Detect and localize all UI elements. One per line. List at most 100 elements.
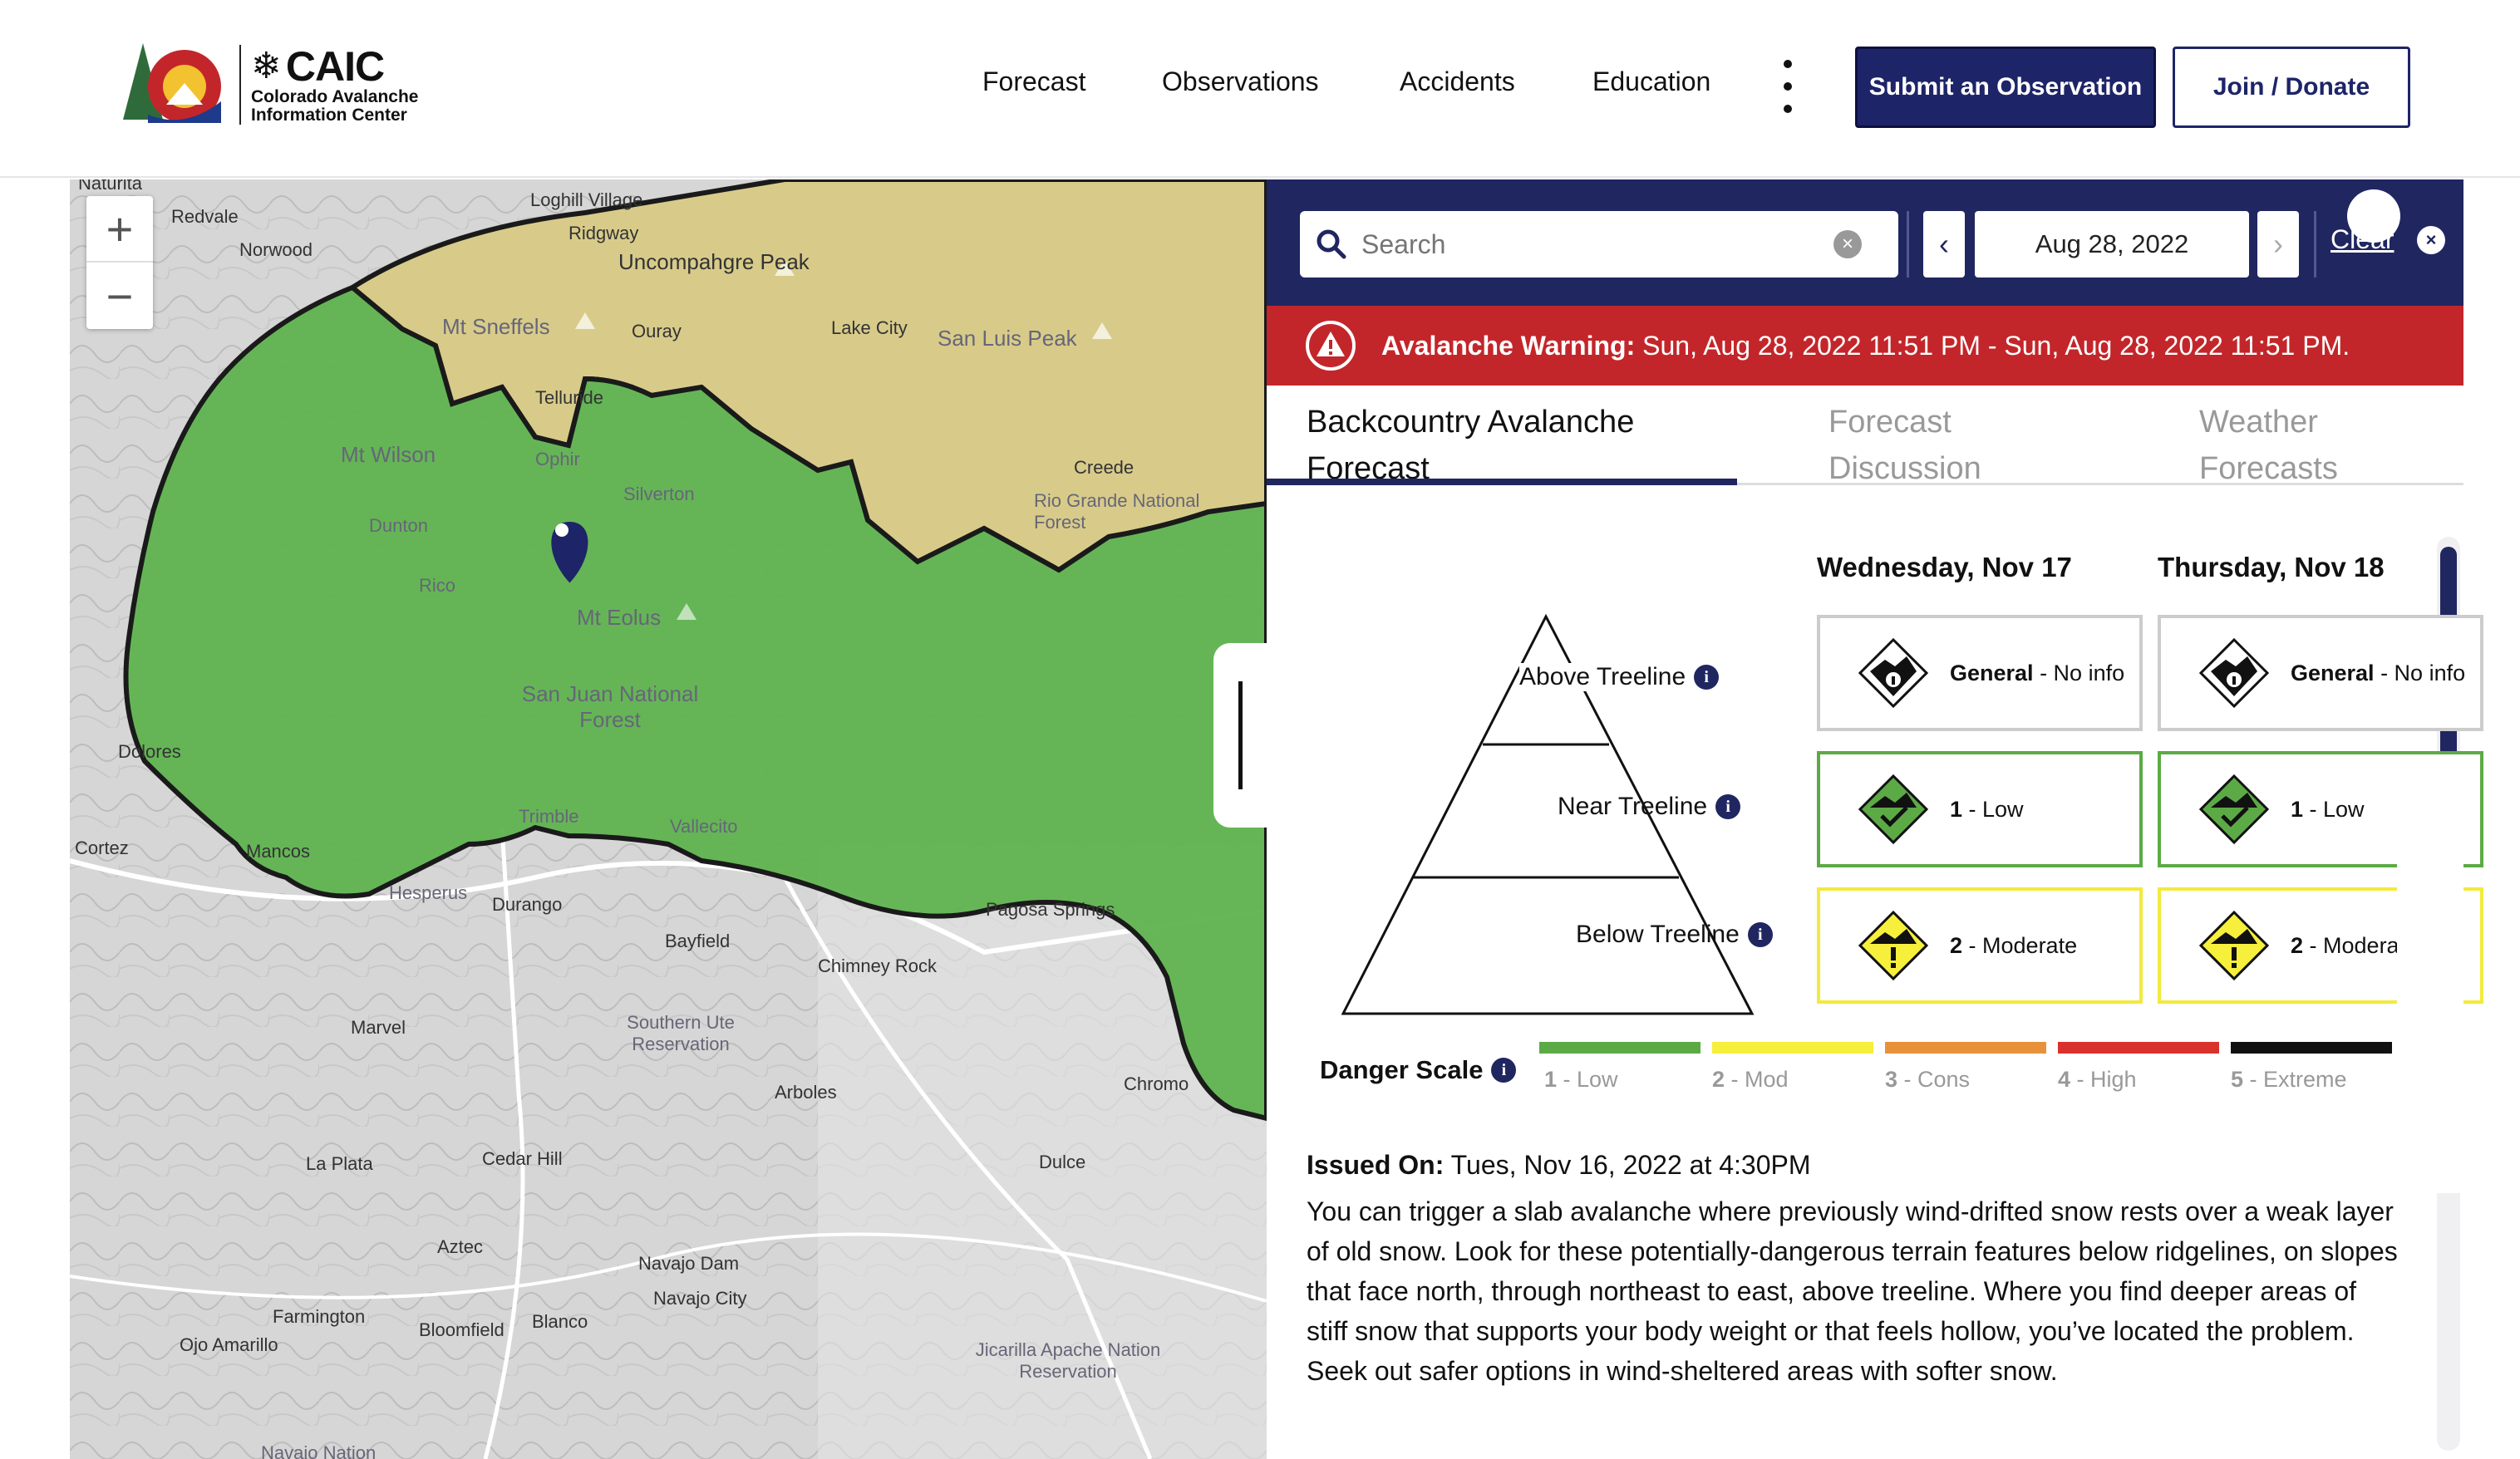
map-label: Redvale — [171, 206, 239, 227]
info-icon[interactable]: i — [1747, 922, 1773, 947]
avalanche-warning-banner: Avalanche Warning: Sun, Aug 28, 2022 11:… — [1267, 306, 2463, 386]
rating-desc: - Low — [2303, 796, 2365, 822]
warning-icon — [1306, 321, 1356, 371]
map-label: Southern Ute Reservation — [627, 1012, 735, 1054]
scale-name: - Extreme — [2243, 1067, 2347, 1092]
map-label: Bloomfield — [419, 1319, 504, 1340]
tab-weather-forecasts[interactable]: Weather Forecasts — [2199, 399, 2338, 492]
more-menu-icon[interactable] — [1784, 60, 1794, 115]
rating-level: 1 — [1950, 796, 1963, 822]
nav-accidents[interactable]: Accidents — [1400, 66, 1515, 97]
map-label: Loghill Village — [530, 189, 643, 210]
map-label: Cedar Hill — [482, 1148, 563, 1169]
danger-scale-label: Danger Scale i — [1320, 1055, 1517, 1085]
info-icon[interactable]: i — [1694, 665, 1720, 690]
tab-label: Forecasts — [2199, 451, 2338, 486]
danger-scale-low: 1 - Low — [1544, 1067, 1618, 1093]
divider — [1907, 211, 1909, 278]
map-label: Mancos — [246, 841, 311, 862]
previous-date-button[interactable]: ‹ — [1923, 211, 1965, 278]
map-label: Durango — [492, 894, 563, 915]
map-label: Cortez — [75, 838, 129, 858]
tab-label: Backcountry Avalanche — [1307, 405, 1635, 440]
map-label: Hesperus — [389, 882, 468, 903]
date-display[interactable]: Aug 28, 2022 — [1975, 211, 2249, 278]
scale-name: - Cons — [1897, 1067, 1971, 1092]
map-label: Norwood — [239, 239, 313, 260]
map-label: Rico — [419, 575, 456, 596]
map-label: Silverton — [623, 484, 695, 504]
nav-education[interactable]: Education — [1592, 66, 1710, 97]
danger-scale-extreme-bar — [2231, 1042, 2392, 1054]
carousel-clip — [2397, 761, 2463, 1193]
elevation-label: Above Treeline — [1519, 663, 1686, 690]
elevation-label: Below Treeline — [1576, 921, 1740, 948]
rating-level: 2 — [1950, 932, 1963, 958]
day-header: Thursday, Nov 18 — [2158, 552, 2385, 582]
clear-close-icon[interactable]: × — [2417, 226, 2445, 254]
map-label: Pagosa Springs — [986, 899, 1115, 920]
scale-num: 3 — [1885, 1067, 1898, 1092]
clear-search-icon[interactable]: × — [1833, 230, 1862, 258]
warning-title: Avalanche Warning: — [1381, 330, 1636, 361]
danger-scale-mod: 2 - Mod — [1712, 1067, 1789, 1093]
scale-num: 5 — [2231, 1067, 2244, 1092]
tab-forecast-discussion[interactable]: Forecast Discussion — [1828, 399, 1981, 492]
map-label: Ouray — [632, 321, 682, 341]
join-donate-button[interactable]: Join / Donate — [2173, 47, 2410, 128]
search-icon — [1317, 229, 1346, 259]
submit-observation-button[interactable]: Submit an Observation — [1855, 47, 2156, 128]
rating-desc: - Low — [1962, 796, 2024, 822]
caic-logo[interactable]: ❄ CAIC Colorado Avalanche Information Cen… — [123, 43, 419, 126]
map-label: Dulce — [1039, 1152, 1086, 1172]
map-label: Marvel — [351, 1017, 406, 1038]
map-label: Ophir — [535, 449, 580, 469]
forecast-map[interactable]: + − Naturita Redvale Norwood Loghill Vil… — [70, 179, 1267, 1459]
active-tab-indicator — [1267, 479, 1737, 485]
scale-num: 2 — [1712, 1067, 1725, 1092]
tab-label: Discussion — [1828, 451, 1981, 486]
rating-desc: - Moderate — [1962, 932, 2078, 958]
forecast-summary: You can trigger a slab avalanche where p… — [1307, 1196, 2398, 1386]
rating-level: 1 — [2291, 796, 2304, 822]
next-date-button[interactable]: › — [2257, 211, 2299, 278]
danger-scale-extreme: 5 - Extreme — [2231, 1067, 2347, 1093]
rating-below-treeline-day1[interactable]: 2 - Moderate — [1817, 887, 2143, 1004]
map-label: Dunton — [369, 515, 428, 536]
zoom-in-button[interactable]: + — [86, 196, 153, 263]
danger-scale-low-bar — [1539, 1042, 1701, 1054]
zoom-out-button[interactable]: − — [86, 263, 153, 329]
site-header: ❄ CAIC Colorado Avalanche Information Cen… — [0, 0, 2520, 178]
rating-near-treeline-day1[interactable]: 1 - Low — [1817, 751, 2143, 867]
search-input[interactable] — [1361, 228, 1827, 260]
panel-resize-handle[interactable] — [1213, 643, 1272, 828]
map-label: Chromo — [1124, 1073, 1189, 1094]
map-label: Aztec — [437, 1236, 484, 1257]
scale-name: - Low — [1557, 1067, 1618, 1092]
info-icon[interactable]: i — [1491, 1058, 1517, 1083]
divider — [2314, 211, 2316, 278]
elevation-above-treeline: Above Treeline i — [1519, 663, 1720, 691]
nav-observations[interactable]: Observations — [1162, 66, 1319, 97]
rating-above-treeline-day1[interactable]: General - No info — [1817, 615, 2143, 731]
info-icon[interactable]: i — [1715, 794, 1741, 819]
map-label: Naturita — [78, 179, 143, 194]
map-label: Dolores — [118, 741, 181, 762]
rating-desc: - No info — [2033, 660, 2125, 685]
danger-scale-high-bar — [2058, 1042, 2219, 1054]
rating-above-treeline-day2[interactable]: General - No info — [2158, 615, 2483, 731]
search-box[interactable]: × — [1300, 211, 1898, 278]
danger-moderate-icon — [1858, 911, 1928, 980]
rating-level: 2 — [2291, 932, 2304, 958]
panel-toolbar: × ‹ Aug 28, 2022 › Clear × — [1267, 179, 2463, 306]
cursor-indicator — [2347, 189, 2400, 243]
danger-low-icon — [1858, 774, 1928, 844]
tab-label: Forecast — [1828, 405, 1952, 440]
danger-low-icon — [2199, 774, 2269, 844]
rating-level: General — [1950, 660, 2034, 685]
nav-forecast[interactable]: Forecast — [982, 66, 1085, 97]
issued-label: Issued On: — [1307, 1150, 1445, 1180]
map-label: Bayfield — [665, 931, 731, 951]
scale-num: 1 — [1544, 1067, 1558, 1092]
map-label: Lake City — [831, 317, 908, 338]
